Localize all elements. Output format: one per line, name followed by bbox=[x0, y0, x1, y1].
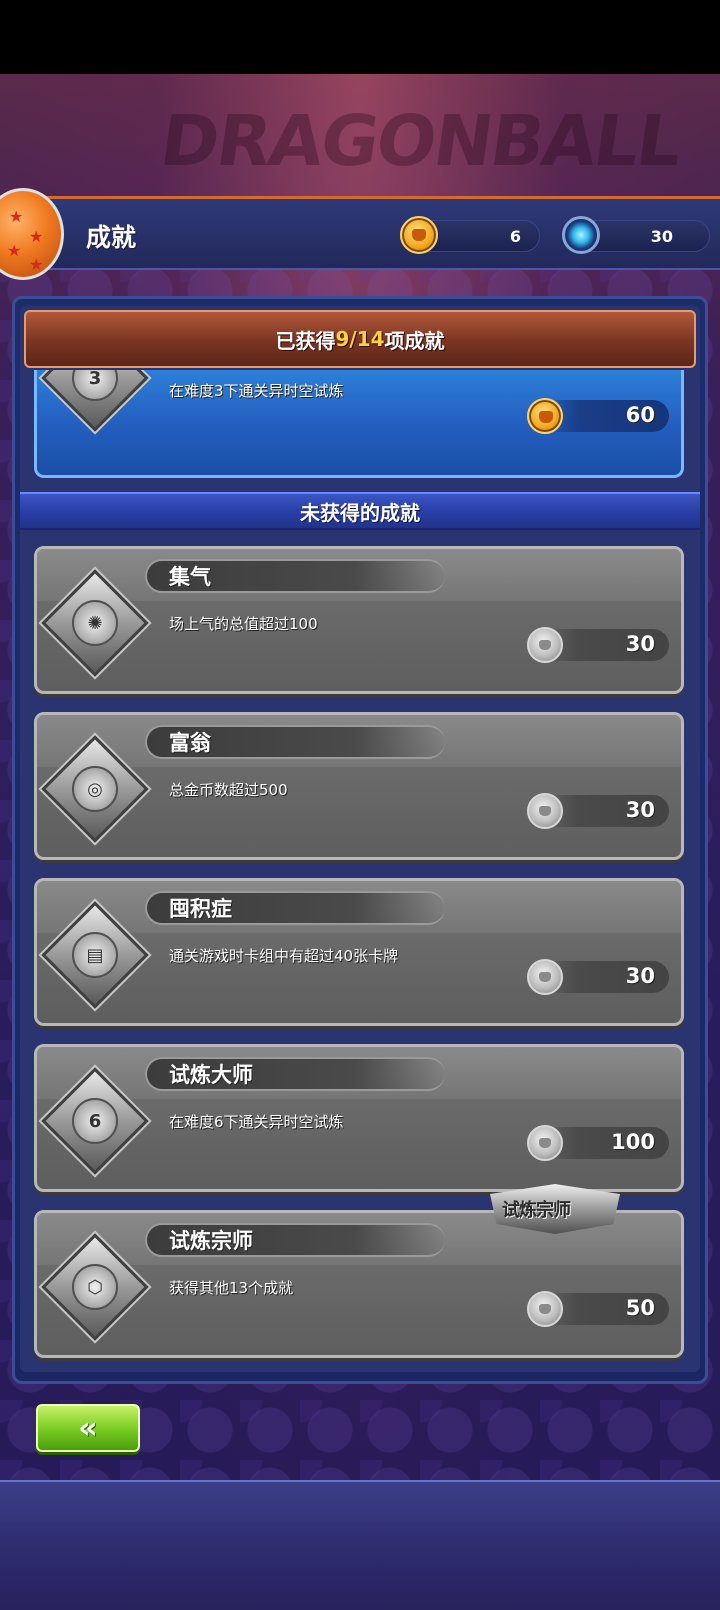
silver-medal-icon bbox=[527, 1291, 563, 1327]
gold-medal-icon bbox=[400, 216, 438, 254]
badge-emblem: ⬡ bbox=[72, 1264, 118, 1310]
blue-gem-icon bbox=[562, 216, 600, 254]
back-button[interactable]: « bbox=[36, 1404, 140, 1452]
achievement-description: 总金币数超过500 bbox=[169, 781, 288, 799]
bottom-band bbox=[0, 1480, 720, 1610]
reward-value: 100 bbox=[611, 1130, 655, 1154]
achievement-summary: 已获得 9/14 项成就 bbox=[24, 310, 696, 368]
reward-value: 30 bbox=[625, 798, 655, 822]
achievement-card[interactable]: 6 试炼大师 在难度6下通关异时空试炼 100 bbox=[34, 1044, 684, 1192]
achievement-description: 通关游戏时卡组中有超过40张卡牌 bbox=[169, 947, 399, 965]
achievement-card[interactable]: ◎ 富翁 总金币数超过500 30 bbox=[34, 712, 684, 860]
silver-medal-icon bbox=[527, 1125, 563, 1161]
title-ribbon: 试炼宗师 bbox=[480, 1178, 630, 1240]
badge-emblem: ◎ bbox=[72, 766, 118, 812]
game-logo-watermark: DRAGONBALL Z bbox=[144, 100, 686, 264]
silver-medal-icon bbox=[527, 627, 563, 663]
achievement-name: 试炼宗师 bbox=[169, 1229, 253, 1253]
achievement-name: 囤积症 bbox=[169, 897, 232, 921]
badge-number: 3 bbox=[72, 370, 118, 401]
summary-progress: 9/14 bbox=[335, 327, 385, 351]
section-header-unobtained: 未获得的成就 bbox=[20, 492, 700, 530]
achievement-description: 场上气的总值超过100 bbox=[169, 615, 318, 633]
page-title: 成就 bbox=[86, 223, 137, 252]
achievement-name: 富翁 bbox=[169, 731, 211, 755]
reward-value: 30 bbox=[625, 964, 655, 988]
achievement-description: 在难度6下通关异时空试炼 bbox=[169, 1113, 344, 1131]
obtained-achievement-card[interactable]: 3 在难度3下通关异时空试炼 60 bbox=[34, 370, 684, 478]
gold-medal-count: 6 bbox=[509, 227, 521, 246]
silver-medal-icon bbox=[527, 959, 563, 995]
reward-value: 30 bbox=[625, 632, 655, 656]
achievement-description: 在难度3下通关异时空试炼 bbox=[169, 382, 344, 400]
silver-medal-icon bbox=[527, 793, 563, 829]
achievement-name: 试炼大师 bbox=[169, 1063, 253, 1087]
ribbon-text: 试炼宗师 bbox=[502, 1200, 571, 1221]
achievement-card[interactable]: ✺ 集气 场上气的总值超过100 30 bbox=[34, 546, 684, 694]
reward-value: 50 bbox=[625, 1296, 655, 1320]
achievement-name: 集气 bbox=[169, 565, 211, 589]
badge-emblem: ▤ bbox=[72, 932, 118, 978]
reward-value: 60 bbox=[625, 403, 655, 427]
summary-prefix: 已获得 bbox=[275, 328, 336, 353]
difficulty-3-badge-icon: 3 bbox=[41, 370, 149, 432]
summary-suffix: 项成就 bbox=[384, 328, 445, 353]
badge-emblem: ✺ bbox=[72, 600, 118, 646]
achievement-card[interactable]: ▤ 囤积症 通关游戏时卡组中有超过40张卡牌 30 bbox=[34, 878, 684, 1026]
gem-count: 30 bbox=[650, 227, 673, 246]
gold-medal-icon bbox=[527, 398, 563, 434]
badge-number: 6 bbox=[72, 1098, 118, 1144]
status-bar-area bbox=[0, 0, 720, 74]
achievement-description: 获得其他13个成就 bbox=[169, 1279, 294, 1297]
